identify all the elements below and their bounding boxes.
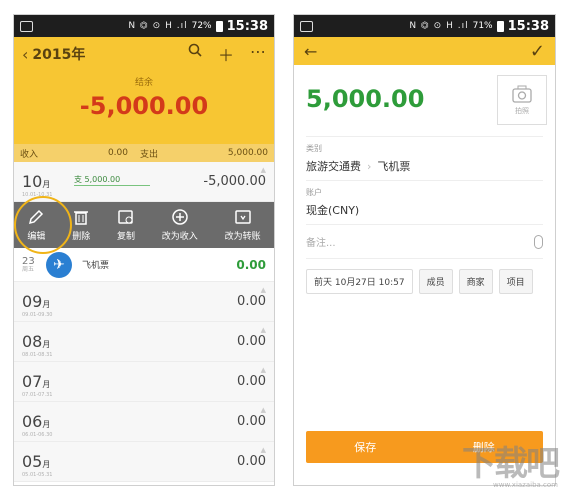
chevron-right-icon: › xyxy=(367,160,372,173)
pin-icon: ▲ xyxy=(260,366,266,374)
date-chip[interactable]: 前天 10月27日 10:57 xyxy=(306,269,413,294)
month-row[interactable]: 06月 06.01-06.30 ▲ 0.00 xyxy=(14,402,274,442)
microphone-icon[interactable] xyxy=(534,234,543,249)
month-amount: -5,000.00 xyxy=(203,174,266,189)
account-value: 现金(CNY) xyxy=(306,204,360,217)
income-value: 0.00 xyxy=(107,148,128,158)
account-label: 账户 xyxy=(306,188,322,197)
member-chip[interactable]: 成员 xyxy=(418,269,453,294)
month-number: 07月 xyxy=(22,372,51,391)
copy-button[interactable]: 复制 xyxy=(117,208,135,242)
signal-icons: N ⏣ ⊙ H .ıl xyxy=(409,21,469,31)
battery-percent: 72% xyxy=(191,21,212,31)
transaction-row[interactable]: 23 周五 ✈ 飞机票 0.00 xyxy=(14,248,274,282)
pin-icon: ▲ xyxy=(260,286,266,294)
month-amount: 0.00 xyxy=(237,454,266,469)
back-chevron-icon[interactable]: ‹ xyxy=(22,45,28,64)
balance-label: 结余 xyxy=(134,78,153,88)
month-number: 09月 xyxy=(22,292,51,311)
search-icon[interactable] xyxy=(188,42,202,66)
amount-input[interactable]: 5,000.00 xyxy=(306,85,424,113)
month-amount: 0.00 xyxy=(237,294,266,309)
swipe-action-bar: 编辑 删除 复制 改为收入 改为转账 xyxy=(14,196,274,254)
entry-amount: 0.00 xyxy=(236,257,266,272)
photo-button[interactable]: 拍照 xyxy=(497,75,547,125)
delete-button[interactable]: 删除 xyxy=(72,208,90,242)
account-field[interactable]: 账户 现金(CNY) xyxy=(306,181,543,225)
notification-icon xyxy=(20,20,33,32)
change-to-income-button[interactable]: 改为收入 xyxy=(162,208,198,242)
trash-icon xyxy=(74,211,89,225)
more-icon[interactable]: ⋯ xyxy=(250,42,266,66)
camera-icon xyxy=(512,85,532,103)
transfer-icon xyxy=(234,210,251,224)
expense-bar: 支 5,000.00 xyxy=(74,174,150,186)
watermark-logo: 下载吧 xyxy=(462,444,560,484)
month-amount: 0.00 xyxy=(237,374,266,389)
month-range: 06.01-06.30 xyxy=(22,432,53,438)
month-row[interactable]: 05月 05.01-05.31 ▲ 0.00 xyxy=(14,442,274,482)
month-number: 08月 xyxy=(22,332,51,351)
month-range: 09.01-09.30 xyxy=(22,312,53,318)
month-row[interactable]: 08月 08.01-08.31 ▲ 0.00 xyxy=(14,322,274,362)
month-range: 05.01-05.31 xyxy=(22,472,53,478)
status-bar: N ⏣ ⊙ H .ıl 72% 15:38 xyxy=(14,15,274,37)
year-header: ‹ 2015年 ＋ ⋯ 结余 -5,000.00 收入 0.00 支出 5,00… xyxy=(14,37,274,162)
confirm-check-icon[interactable]: ✓ xyxy=(530,41,545,62)
copy-icon xyxy=(118,210,133,224)
income-label: 收入 xyxy=(20,149,39,160)
add-icon[interactable]: ＋ xyxy=(218,42,234,66)
signal-icons: N ⏣ ⊙ H .ıl xyxy=(128,21,188,31)
clock: 15:38 xyxy=(226,18,268,34)
plus-circle-icon xyxy=(172,209,188,225)
note-input[interactable]: 备注... xyxy=(306,225,543,259)
month-row-october[interactable]: 10月 10.01-10.31 支 5,000.00 ▲ -5,000.00 xyxy=(14,162,274,202)
amount-block: 5,000.00 拍照 xyxy=(306,65,547,137)
entry-category: 飞机票 xyxy=(82,261,110,271)
pin-icon: ▲ xyxy=(260,446,266,454)
balance-value: -5,000.00 xyxy=(79,92,209,120)
category-value: 旅游交通费 › 飞机票 xyxy=(306,160,411,173)
back-arrow-icon[interactable]: ← xyxy=(304,42,317,61)
category-label: 类别 xyxy=(306,144,322,153)
month-range: 08.01-08.31 xyxy=(22,352,53,358)
month-number: 06月 xyxy=(22,412,51,431)
pin-icon: ▲ xyxy=(260,406,266,414)
category-field[interactable]: 类别 旅游交通费 › 飞机票 xyxy=(306,137,543,181)
month-row[interactable]: 09月 09.01-09.30 ▲ 0.00 xyxy=(14,282,274,322)
expense-value: 5,000.00 xyxy=(227,148,268,158)
project-chip[interactable]: 项目 xyxy=(498,269,533,294)
edit-highlight-circle xyxy=(14,196,72,254)
pin-icon: ▲ xyxy=(260,326,266,334)
merchant-chip[interactable]: 商家 xyxy=(458,269,493,294)
income-expense-summary: 收入 0.00 支出 5,000.00 xyxy=(14,144,274,162)
attribute-chips: 前天 10月27日 10:57 成员 商家 项目 xyxy=(306,269,543,294)
status-bar: N ⏣ ⊙ H .ıl 71% 15:38 xyxy=(294,15,555,37)
watermark: 下载吧 www.xiazaiba.com xyxy=(462,444,560,489)
battery-icon xyxy=(215,20,223,32)
note-placeholder: 备注... xyxy=(306,238,336,249)
left-screen: N ⏣ ⊙ H .ıl 72% 15:38 ‹ 2015年 ＋ ⋯ 结余 -5,… xyxy=(13,14,275,486)
month-number: 05月 xyxy=(22,452,51,471)
battery-percent: 71% xyxy=(472,21,493,31)
battery-icon xyxy=(496,20,504,32)
edit-header: ← ✓ xyxy=(294,37,555,65)
plane-icon: ✈ xyxy=(46,251,72,278)
notification-icon xyxy=(300,20,313,32)
clock: 15:38 xyxy=(507,18,549,34)
month-row[interactable]: 07月 07.01-07.31 ▲ 0.00 xyxy=(14,362,274,402)
save-button[interactable]: 保存 xyxy=(306,439,425,455)
year-title[interactable]: 2015年 xyxy=(32,44,85,64)
month-range: 07.01-07.31 xyxy=(22,392,53,398)
change-to-transfer-button[interactable]: 改为转账 xyxy=(225,208,261,242)
right-screen: N ⏣ ⊙ H .ıl 71% 15:38 ← ✓ 5,000.00 拍照 类别… xyxy=(293,14,556,486)
entry-date: 23 周五 xyxy=(22,255,35,273)
pin-icon: ▲ xyxy=(260,166,266,174)
month-number: 10月 xyxy=(22,172,51,191)
month-amount: 0.00 xyxy=(237,334,266,349)
expense-label: 支出 xyxy=(139,149,158,160)
month-amount: 0.00 xyxy=(237,414,266,429)
